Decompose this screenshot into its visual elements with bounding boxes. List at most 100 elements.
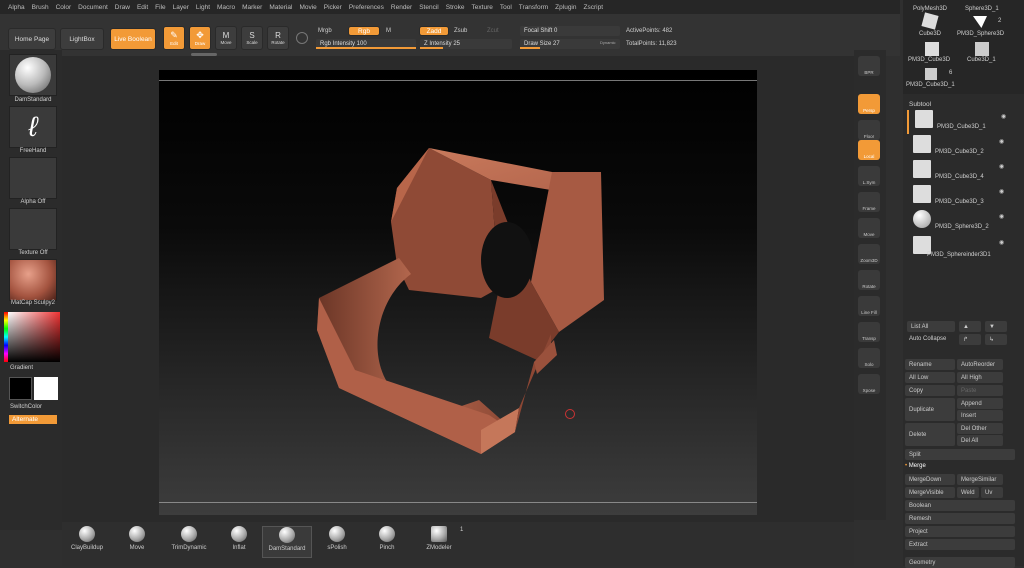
project-button[interactable]: Project	[905, 526, 1015, 537]
merge-section[interactable]: • Merge	[905, 463, 926, 469]
mrgb-toggle[interactable]: Mrgb	[318, 28, 332, 34]
mergesimilar-button[interactable]: MergeSimilar	[957, 474, 1003, 485]
split-button[interactable]: Split	[905, 449, 1015, 460]
tool-cube3d[interactable]: Cube3D	[919, 31, 941, 37]
brush-inflat[interactable]: Inflat	[214, 526, 264, 558]
menu-edit[interactable]: Edit	[137, 4, 148, 11]
move-down-arrow-icon[interactable]: ▼	[985, 321, 1007, 332]
switch-color-button[interactable]: SwitchColor	[10, 404, 60, 410]
pm3d-cube3d-thumbnail[interactable]	[925, 42, 939, 56]
tool-pm3d-cube3d[interactable]: PM3D_Cube3D	[908, 57, 950, 63]
mergevisible-button[interactable]: MergeVisible	[905, 487, 955, 498]
menu-file[interactable]: File	[155, 4, 165, 11]
menu-layer[interactable]: Layer	[173, 4, 189, 11]
menu-alpha[interactable]: Alpha	[8, 4, 25, 11]
tool-cube3d-1[interactable]: Cube3D_1	[967, 57, 996, 63]
brush-zmodeler[interactable]: ZModeler	[414, 526, 464, 558]
brush-damstandard[interactable]: DamStandard	[262, 526, 312, 558]
rgb-intensity-slider[interactable]: Rgb Intensity 100	[316, 39, 416, 49]
all-high-button[interactable]: All High	[957, 372, 1003, 383]
mergedown-button[interactable]: MergeDown	[905, 474, 955, 485]
subtool-item[interactable]: PM3D_Cube3D_2 ◉	[907, 135, 1019, 159]
subtool-item[interactable]: PM3D_Cube3D_3 ◉	[907, 185, 1019, 209]
home-page-button[interactable]: Home Page	[8, 28, 56, 50]
shelf-transp-button[interactable]: Transp	[858, 322, 880, 342]
pm3d-cube3d-1-thumbnail[interactable]	[925, 68, 937, 80]
tool-pm3d-cube3d-1[interactable]: PM3D_Cube3D_1	[906, 82, 955, 88]
geometry-button[interactable]: Geometry	[905, 557, 1015, 568]
subtool-item[interactable]: PM3D_Cube3D_4 ◉	[907, 160, 1019, 184]
z-intensity-slider[interactable]: Z Intensity 25	[420, 39, 512, 49]
arrow-right-icon[interactable]: ↱	[959, 334, 981, 345]
shelf-move-button[interactable]: Move	[858, 218, 880, 238]
cube3d-1-thumbnail[interactable]	[975, 42, 989, 56]
eye-icon[interactable]: ◉	[1001, 113, 1006, 120]
duplicate-button[interactable]: Duplicate	[905, 398, 955, 421]
eye-icon[interactable]: ◉	[999, 239, 1004, 246]
menu-light[interactable]: Light	[196, 4, 210, 11]
shelf-frame-button[interactable]: Frame	[858, 192, 880, 212]
eye-icon[interactable]: ◉	[999, 213, 1004, 220]
extract-button[interactable]: Extract	[905, 539, 1015, 550]
autoreorder-button[interactable]: AutoReorder	[957, 359, 1003, 370]
sculpt-model[interactable]	[159, 70, 757, 515]
menu-zplugin[interactable]: Zplugin	[555, 4, 576, 11]
scale-button[interactable]: S Scale	[241, 26, 263, 50]
eye-icon[interactable]: ◉	[999, 163, 1004, 170]
focal-shift-slider[interactable]: Focal Shift 0	[520, 26, 620, 36]
menu-brush[interactable]: Brush	[32, 4, 49, 11]
m-toggle[interactable]: M	[386, 28, 391, 34]
shelf-xpose-button[interactable]: Xpose	[858, 374, 880, 394]
color-picker[interactable]	[8, 312, 60, 362]
dynamic-label[interactable]: Dynamic	[600, 40, 616, 45]
stroke-thumbnail[interactable]: ℓ	[9, 106, 57, 148]
arrow-left-icon[interactable]: ↳	[985, 334, 1007, 345]
boolean-button[interactable]: Boolean	[905, 500, 1015, 511]
zsub-toggle[interactable]: Zsub	[454, 28, 467, 34]
menu-tool[interactable]: Tool	[500, 4, 512, 11]
menu-transform[interactable]: Transform	[519, 4, 548, 11]
rotate-button[interactable]: R Rotate	[267, 26, 289, 50]
draw-button[interactable]: ✥ Draw	[189, 26, 211, 50]
menu-render[interactable]: Render	[391, 4, 412, 11]
menu-zscript[interactable]: Zscript	[584, 4, 604, 11]
del-other-button[interactable]: Del Other	[957, 423, 1003, 434]
viewport[interactable]	[159, 70, 757, 515]
shelf-rotate-button[interactable]: Rotate	[858, 270, 880, 290]
menu-stroke[interactable]: Stroke	[446, 4, 465, 11]
eye-icon[interactable]: ◉	[999, 138, 1004, 145]
zcut-toggle[interactable]: Zcut	[487, 28, 499, 34]
all-low-button[interactable]: All Low	[905, 372, 955, 383]
menu-draw[interactable]: Draw	[115, 4, 130, 11]
zadd-toggle[interactable]: Zadd	[419, 26, 449, 36]
texture-thumbnail[interactable]	[9, 208, 57, 250]
move-button[interactable]: M Move	[215, 26, 237, 50]
main-color-swatch[interactable]	[9, 377, 32, 400]
remesh-button[interactable]: Remesh	[905, 513, 1015, 524]
subtool-item[interactable]: PM3D_Cube3D_1 ◉	[907, 110, 1019, 134]
alternate-button[interactable]: Alternate	[8, 414, 58, 425]
eye-icon[interactable]: ◉	[999, 188, 1004, 195]
auto-collapse-button[interactable]: Auto Collapse	[909, 336, 946, 342]
brush-trimdynamic[interactable]: TrimDynamic	[164, 526, 214, 558]
alpha-thumbnail[interactable]	[9, 157, 57, 199]
menu-macro[interactable]: Macro	[217, 4, 235, 11]
weld-button[interactable]: Weld	[957, 487, 979, 498]
paste-button[interactable]: Paste	[957, 385, 1003, 396]
menu-marker[interactable]: Marker	[242, 4, 262, 11]
menu-picker[interactable]: Picker	[324, 4, 342, 11]
rename-button[interactable]: Rename	[905, 359, 955, 370]
menu-stencil[interactable]: Stencil	[419, 4, 439, 11]
shelf-zoom3d-button[interactable]: Zoom3D	[858, 244, 880, 264]
hue-strip[interactable]	[4, 312, 8, 362]
shelf-persp-button[interactable]: Persp	[858, 94, 880, 114]
shelf-solo-button[interactable]: Solo	[858, 348, 880, 368]
brush-move[interactable]: Move	[112, 526, 162, 558]
brush-thumbnail[interactable]	[9, 54, 57, 96]
menu-document[interactable]: Document	[78, 4, 108, 11]
delete-button[interactable]: Delete	[905, 423, 955, 446]
material-thumbnail[interactable]	[9, 259, 57, 301]
shelf-l-sym-button[interactable]: L.Sym	[858, 166, 880, 186]
move-up-arrow-icon[interactable]: ▲	[959, 321, 981, 332]
shelf-local-button[interactable]: Local	[858, 140, 880, 160]
